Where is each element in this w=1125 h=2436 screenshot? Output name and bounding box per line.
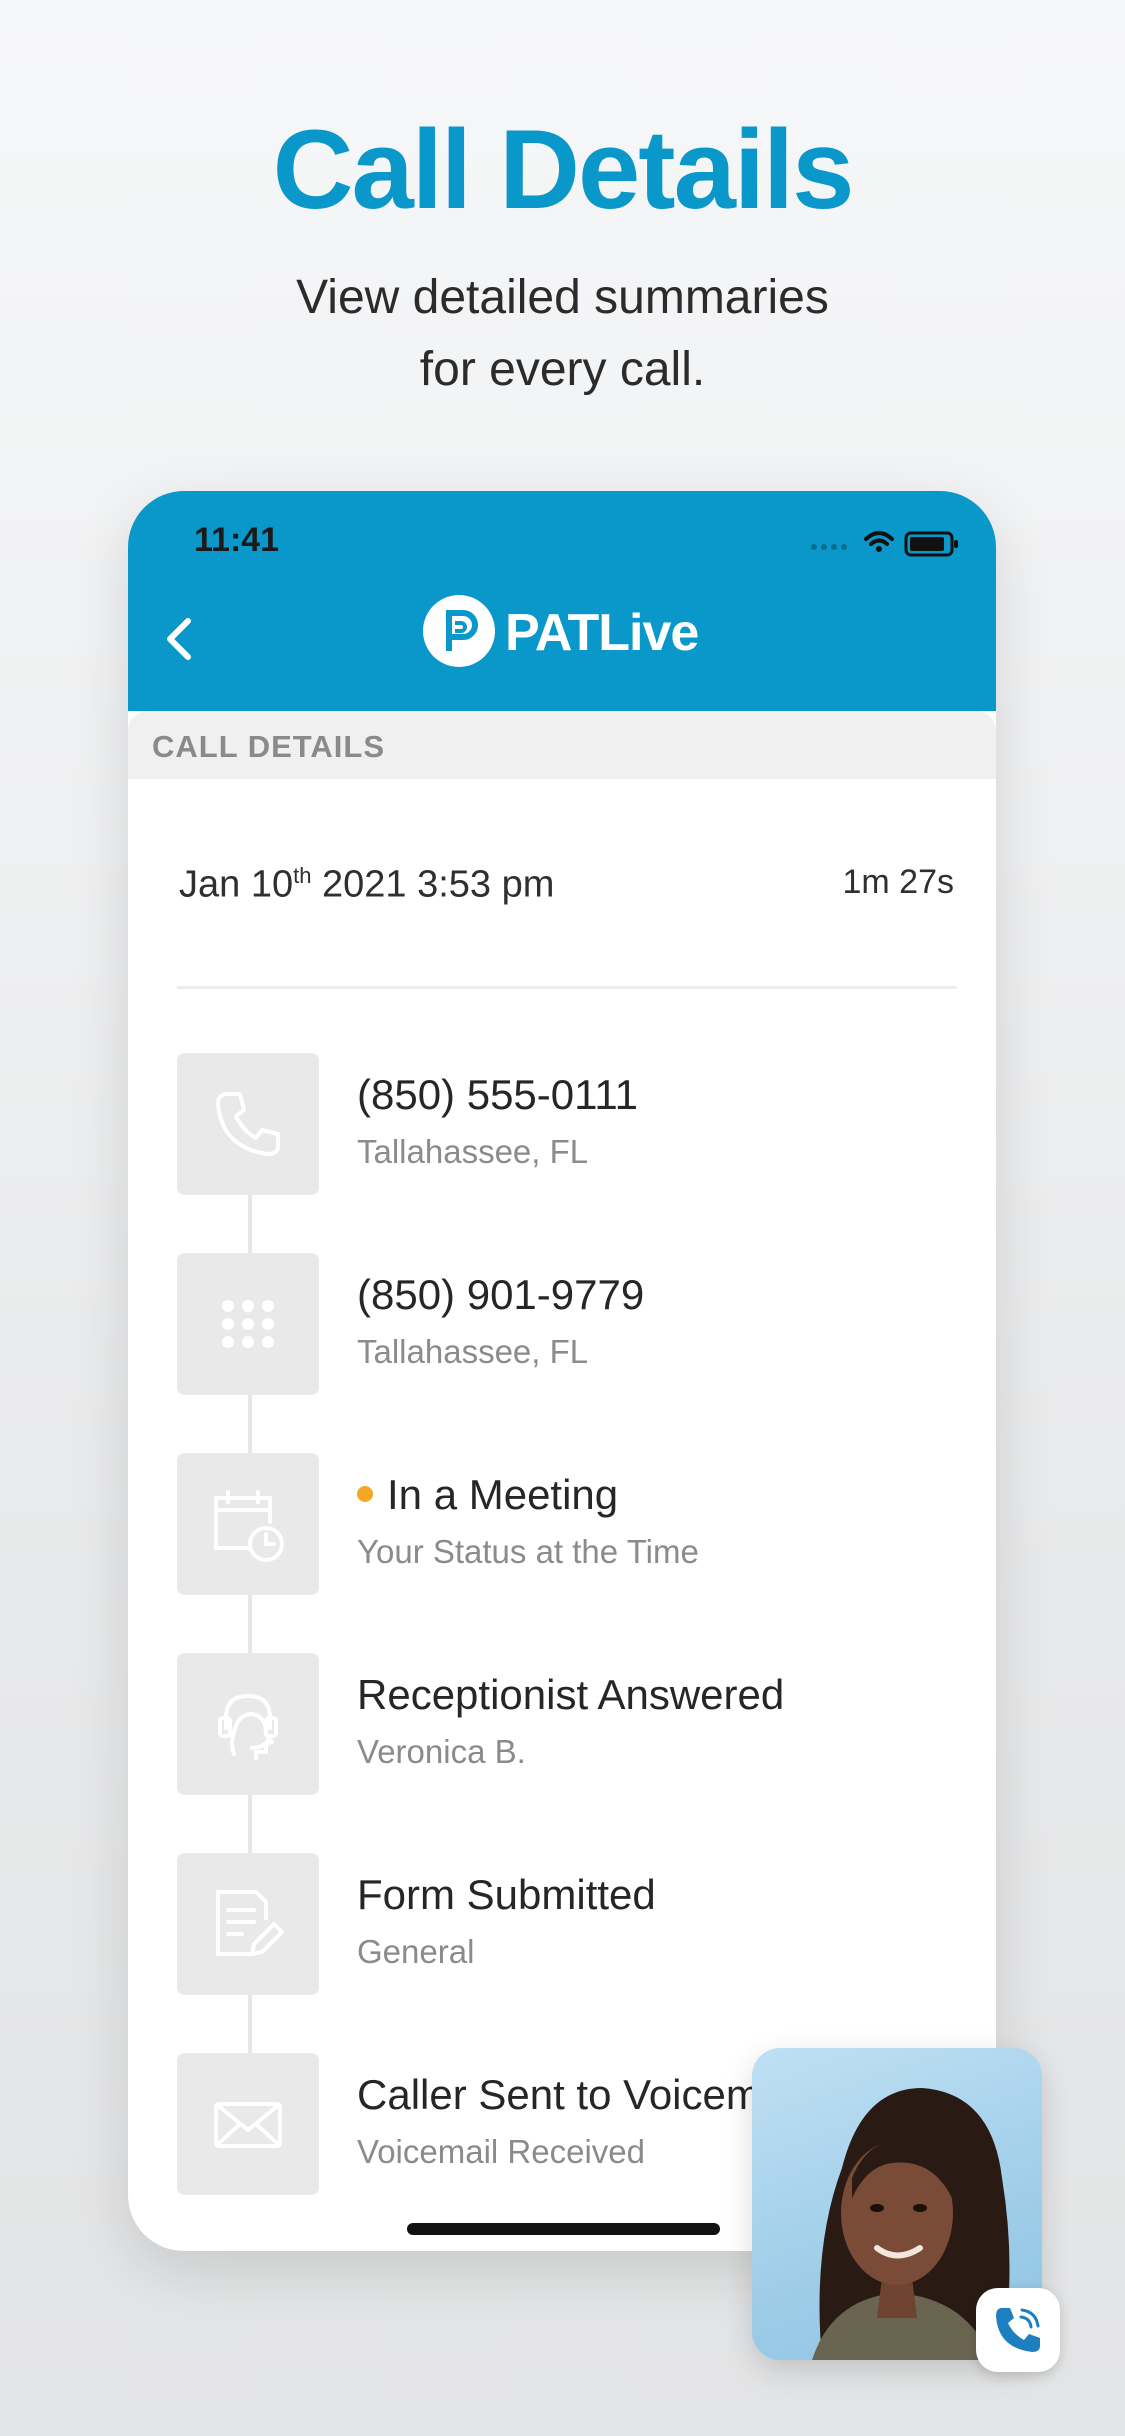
page-headline: Call Details xyxy=(272,107,855,232)
list-item-subtitle: Tallahassee, FL xyxy=(357,1333,589,1370)
list-item-subtitle: Voicemail Received xyxy=(357,2133,645,2170)
icon-tile xyxy=(177,2053,319,2195)
list-item-title: Caller Sent to Voicemail xyxy=(357,2071,803,2118)
list-item-subtitle: Your Status at the Time xyxy=(357,1533,699,1570)
phone-icon xyxy=(216,1092,280,1156)
form-edit-icon xyxy=(216,1890,284,1956)
envelope-icon xyxy=(214,2102,282,2148)
back-chevron-icon[interactable] xyxy=(150,609,210,669)
icon-tile xyxy=(177,1053,319,1195)
list-item-receptionist[interactable]: Receptionist Answered Veronica B. xyxy=(177,1653,957,1795)
status-time: 11:41 xyxy=(194,521,280,559)
list-item-title: (850) 901-9779 xyxy=(357,1271,645,1318)
patlive-logo: PATLive xyxy=(423,595,723,675)
status-label: In a Meeting xyxy=(387,1471,619,1518)
logo-text: PATLive xyxy=(505,604,699,662)
call-date: Jan 10 xyxy=(179,863,294,906)
call-date-suffix: th xyxy=(293,863,312,888)
list-item-title: (850) 555-0111 xyxy=(357,1071,638,1118)
list-item-subtitle: General xyxy=(357,1933,475,1970)
call-datetime: Jan 10th 2021 3:53 pm xyxy=(179,863,554,907)
section-header-label: CALL DETAILS xyxy=(152,729,386,764)
page-subheadline: View detailed summaries for every call. xyxy=(0,262,1125,406)
icon-tile xyxy=(177,1853,319,1995)
list-item-title: Receptionist Answered xyxy=(357,1671,785,1718)
wifi-icon xyxy=(864,531,894,552)
phone-screen: 11:41 PATLive CALL DETAILS Jan 10th 2021… xyxy=(128,491,996,2251)
battery-icon xyxy=(904,531,958,557)
list-item-form[interactable]: Form Submitted General xyxy=(177,1853,957,1995)
list-item-subtitle: Veronica B. xyxy=(357,1733,526,1770)
list-item-title: In a Meeting xyxy=(357,1471,618,1519)
status-icons xyxy=(811,531,958,557)
list-item-dialed-number[interactable]: (850) 901-9779 Tallahassee, FL xyxy=(177,1253,957,1395)
phone-call-icon xyxy=(996,2308,1040,2352)
section-header: CALL DETAILS xyxy=(128,711,996,779)
subheadline-line-1: View detailed summaries xyxy=(296,271,829,324)
signal-icon xyxy=(811,544,847,550)
active-call-badge[interactable] xyxy=(976,2288,1060,2372)
list-item-status[interactable]: In a Meeting Your Status at the Time xyxy=(177,1453,957,1595)
subheadline-line-2: for every call. xyxy=(419,343,706,396)
patlive-logo-mark-icon xyxy=(423,595,495,667)
call-duration: 1m 27s xyxy=(842,863,955,901)
icon-tile xyxy=(177,1453,319,1595)
dialpad-icon xyxy=(222,1300,274,1348)
list-item-subtitle: Tallahassee, FL xyxy=(357,1133,589,1170)
app-header: 11:41 PATLive xyxy=(128,491,996,711)
calendar-clock-icon xyxy=(214,1490,284,1562)
headset-icon xyxy=(218,1694,278,1760)
call-time: 2021 3:53 pm xyxy=(311,863,555,906)
list-item-caller-number[interactable]: (850) 555-0111 Tallahassee, FL xyxy=(177,1053,957,1195)
icon-tile xyxy=(177,1653,319,1795)
status-dot-icon xyxy=(357,1485,373,1502)
home-indicator xyxy=(407,2223,720,2235)
list-item-title: Form Submitted xyxy=(357,1871,656,1918)
icon-tile xyxy=(177,1253,319,1395)
divider xyxy=(177,986,957,989)
